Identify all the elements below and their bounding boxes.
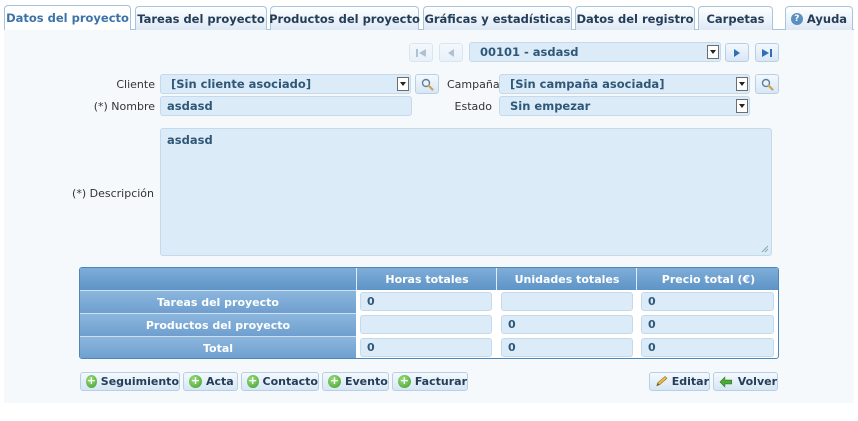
record-selector-value: 00101 - asdasd bbox=[480, 45, 579, 59]
tab-productos-del-proyecto[interactable]: Productos del proyecto bbox=[269, 6, 420, 30]
row-label-productos: Productos del proyecto bbox=[80, 313, 356, 336]
previous-record-icon bbox=[448, 48, 454, 57]
cliente-value: [Sin cliente asociado] bbox=[171, 77, 312, 91]
cell-tareas-unidades bbox=[501, 292, 633, 311]
contacto-button[interactable]: + Contacto bbox=[241, 372, 319, 391]
cliente-search-button[interactable] bbox=[415, 74, 439, 94]
add-icon: + bbox=[86, 374, 97, 388]
contacto-label: Contacto bbox=[262, 375, 318, 388]
campana-select[interactable]: [Sin campaña asociada] bbox=[499, 74, 750, 94]
previous-record-button[interactable] bbox=[439, 43, 463, 62]
next-record-button[interactable] bbox=[725, 43, 749, 62]
tab-tareas-del-proyecto[interactable]: Tareas del proyecto bbox=[135, 6, 267, 30]
estado-value: Sin empezar bbox=[510, 99, 591, 113]
resize-grip-icon[interactable] bbox=[761, 245, 769, 253]
cell-tareas-precio: 0 bbox=[641, 292, 774, 311]
search-icon bbox=[421, 78, 434, 91]
row-label-total: Total bbox=[80, 336, 356, 358]
editar-label: Editar bbox=[671, 375, 709, 388]
next-record-icon bbox=[734, 48, 740, 57]
tab-carpetas[interactable]: Carpetas bbox=[698, 6, 773, 30]
tab-datos-del-registro[interactable]: Datos del registro bbox=[575, 6, 695, 30]
editar-button[interactable]: Editar bbox=[649, 372, 710, 391]
pencil-icon bbox=[656, 375, 668, 387]
campana-search-button[interactable] bbox=[755, 74, 779, 94]
cell-total-precio: 0 bbox=[641, 338, 774, 357]
first-record-button[interactable] bbox=[409, 43, 433, 62]
chevron-down-icon bbox=[707, 45, 719, 59]
cell-total-horas: 0 bbox=[360, 338, 492, 357]
cliente-select[interactable]: [Sin cliente asociado] bbox=[160, 74, 411, 94]
help-tab[interactable]: ? Ayuda bbox=[785, 6, 853, 30]
chevron-down-icon bbox=[736, 99, 748, 113]
search-icon bbox=[761, 78, 774, 91]
cell-total-unidades: 0 bbox=[501, 338, 633, 357]
evento-label: Evento bbox=[345, 375, 388, 388]
facturar-button[interactable]: + Facturar bbox=[392, 372, 468, 391]
tab-bar: Datos del proyecto Tareas del proyecto P… bbox=[0, 0, 858, 30]
seguimiento-label: Seguimiento bbox=[100, 375, 179, 388]
campana-value: [Sin campaña asociada] bbox=[510, 77, 665, 91]
tab-graficas-y-estadisticas[interactable]: Gráficas y estadísticas bbox=[423, 6, 572, 30]
descripcion-value: asdasd bbox=[167, 133, 213, 147]
campana-label: Campaña bbox=[447, 78, 500, 91]
descripcion-label: (*) Descripción bbox=[72, 187, 154, 200]
first-record-icon bbox=[416, 48, 426, 57]
header-horas-totales: Horas totales bbox=[356, 268, 497, 290]
descripcion-textarea[interactable]: asdasd bbox=[160, 128, 772, 256]
volver-label: Volver bbox=[737, 375, 777, 388]
header-unidades-totales: Unidades totales bbox=[496, 268, 637, 290]
chevron-down-icon bbox=[736, 77, 748, 91]
estado-select[interactable]: Sin empezar bbox=[499, 96, 750, 116]
record-selector[interactable]: 00101 - asdasd bbox=[469, 42, 721, 62]
tab-datos-del-proyecto[interactable]: Datos del proyecto bbox=[4, 5, 131, 30]
totals-header-corner bbox=[80, 268, 357, 290]
cell-tareas-horas: 0 bbox=[360, 292, 492, 311]
last-record-icon bbox=[762, 48, 772, 57]
last-record-button[interactable] bbox=[755, 43, 779, 62]
cell-productos-precio: 0 bbox=[641, 315, 774, 334]
add-icon: + bbox=[328, 374, 341, 388]
nombre-field[interactable]: asdasd bbox=[160, 96, 412, 116]
cell-productos-unidades: 0 bbox=[501, 315, 633, 334]
add-icon: + bbox=[398, 374, 411, 388]
cliente-label: Cliente bbox=[116, 78, 155, 91]
back-arrow-icon bbox=[719, 375, 733, 388]
header-precio-total: Precio total (€) bbox=[636, 268, 778, 290]
seguimiento-button[interactable]: + Seguimiento bbox=[80, 372, 180, 391]
facturar-label: Facturar bbox=[414, 375, 467, 388]
row-label-tareas: Tareas del proyecto bbox=[80, 290, 356, 313]
add-icon: + bbox=[247, 374, 259, 388]
help-icon: ? bbox=[790, 12, 803, 25]
evento-button[interactable]: + Evento bbox=[322, 372, 389, 391]
acta-button[interactable]: + Acta bbox=[183, 372, 238, 391]
volver-button[interactable]: Volver bbox=[713, 372, 778, 391]
acta-label: Acta bbox=[206, 375, 234, 388]
cell-productos-horas bbox=[360, 315, 492, 334]
totals-table: Horas totales Unidades totales Precio to… bbox=[79, 267, 779, 359]
chevron-down-icon bbox=[397, 77, 409, 91]
add-icon: + bbox=[189, 374, 202, 388]
estado-label: Estado bbox=[454, 100, 492, 113]
nombre-label: (*) Nombre bbox=[93, 100, 155, 113]
help-label: Ayuda bbox=[806, 11, 848, 26]
